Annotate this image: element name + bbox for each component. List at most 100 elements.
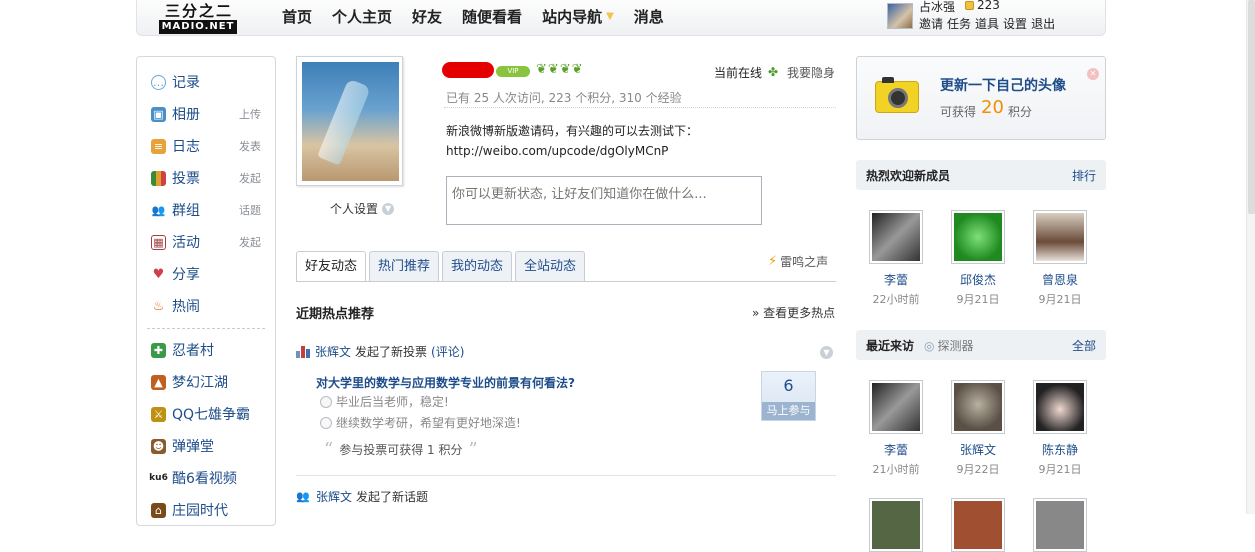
visitor-name[interactable]: 李蕾 [861,441,931,458]
go-invisible-link[interactable]: 我要隐身 [787,64,835,81]
sidebar-item-album[interactable]: ▣ 相册 上传 [151,103,271,125]
visitor-card[interactable] [861,498,931,552]
photo-album-icon: ▣ [151,106,166,122]
comment-link[interactable]: (评论) [431,343,464,360]
sidebar-item-label: 忍者村 [172,343,214,359]
user-name[interactable]: 占冰强 [919,0,955,15]
journal-post-link[interactable]: 发表 [239,138,261,154]
member-name[interactable]: 邱俊杰 [943,271,1013,288]
member-name[interactable]: 曾恩泉 [1025,271,1095,288]
nav-explore[interactable]: 随便看看 [462,6,522,27]
main-nav: 首页 个人主页 好友 随便看看 站内导航 ▼ 消息 [282,6,684,27]
journal-icon: ≡ [151,138,166,154]
detector-icon: ◎ [924,338,935,353]
visitor-avatar[interactable] [869,498,923,552]
status-input[interactable] [446,176,762,225]
poll-reward: “ 参与投票可获得 1 积分 ” [318,439,484,460]
tasks-link[interactable]: 任务 [947,15,971,32]
sidebar-item-label: 梦幻江湖 [172,375,228,391]
sidebar-item-poll[interactable]: 投票 发起 [151,167,271,189]
tab-hot-recommend[interactable]: 热门推荐 [369,251,440,281]
visitor-name[interactable]: 陈东静 [1025,441,1095,458]
sidebar-game-qq-seven-heroes[interactable]: ⚔ QQ七雄争霸 [151,403,271,425]
event-start-link[interactable]: 发起 [239,234,261,250]
visitor-card[interactable]: 张辉文 9月22日 [943,380,1013,477]
sidebar-item-label: 投票 [172,171,200,187]
tab-site-feed[interactable]: 全站动态 [515,251,586,281]
sidebar: … 记录 ▣ 相册 上传 ≡ 日志 发表 投票 发起 👥 群组 话题 ▦ 活动 发起 ♥ 分享 ♨ 热闹… [136,56,276,526]
radio-icon[interactable] [320,416,332,429]
invite-link[interactable]: 邀请 [919,15,943,32]
member-card[interactable]: 曾恩泉 9月21日 [1025,210,1095,307]
close-quote-icon: ” [468,439,478,460]
visitor-card[interactable] [943,498,1013,552]
poll-start-link[interactable]: 发起 [239,170,261,186]
group-topic-link[interactable]: 话题 [239,202,261,218]
visitor-avatar[interactable] [1033,380,1087,434]
visitor-avatar[interactable] [951,498,1005,552]
logout-link[interactable]: 退出 [1031,15,1055,32]
scrollbar[interactable] [1246,0,1255,514]
items-link[interactable]: 道具 [975,15,999,32]
sidebar-game-ku6-video[interactable]: ku6 酷6看视频 [149,467,271,489]
nav-friends[interactable]: 好友 [412,6,442,27]
sidebar-game-ddtank[interactable]: ☻ 弹弹堂 [151,435,271,457]
tab-my-feed[interactable]: 我的动态 [442,251,513,281]
profile-avatar[interactable] [296,56,403,186]
update-avatar-title[interactable]: 更新一下自己的头像 [940,75,1066,95]
member-avatar[interactable] [1033,210,1087,264]
sidebar-item-share[interactable]: ♥ 分享 [151,263,271,285]
nav-site-guide[interactable]: 站内导航 ▼ [542,6,614,27]
visitor-card[interactable]: 李蕾 21小时前 [861,380,931,477]
recent-visitors-title: 最近来访 [866,339,915,353]
more-hot-link[interactable]: » 查看更多热点 [752,304,835,321]
feed-user-link[interactable]: 张辉文 [315,343,351,360]
thunder-voice-link[interactable]: ⚡ 雷鸣之声 [768,253,828,270]
poll-option[interactable]: 继续数学考研，希望有更好地深造! [320,414,521,431]
profile-settings[interactable]: 个人设置 ▼ [330,200,395,217]
close-icon[interactable]: ✕ [1087,68,1099,80]
sidebar-item-journal[interactable]: ≡ 日志 发表 [151,135,271,157]
profile-settings-label: 个人设置 [330,202,379,216]
sidebar-item-records[interactable]: … 记录 [151,71,271,93]
sidebar-item-hot[interactable]: ♨ 热闹 [151,295,271,317]
member-avatar[interactable] [951,210,1005,264]
sidebar-game-ninja-village[interactable]: ✚ 忍者村 [151,339,271,361]
site-logo[interactable]: 三分之二 MADIO.NET [159,0,237,34]
poll-question[interactable]: 对大学里的数学与应用数学专业的前景有何看法? [316,374,575,391]
member-name[interactable]: 李蕾 [861,271,931,288]
nav-home[interactable]: 首页 [282,6,312,27]
settings-link[interactable]: 设置 [1003,15,1027,32]
user-avatar[interactable] [887,3,913,29]
member-avatar[interactable] [869,210,923,264]
poll-option[interactable]: 毕业后当老师，稳定! [320,393,449,410]
sidebar-item-event[interactable]: ▦ 活动 发起 [151,231,271,253]
visitor-name[interactable]: 张辉文 [943,441,1013,458]
member-card[interactable]: 李蕾 22小时前 [861,210,931,307]
chevron-down-icon: ▼ [606,11,614,22]
feed-user-link[interactable]: 张辉文 [316,488,352,505]
tab-friends-feed[interactable]: 好友动态 [296,251,367,282]
radio-icon[interactable] [320,395,332,408]
sidebar-game-manor-era[interactable]: ⌂ 庄园时代 [151,499,271,521]
join-vote-button[interactable]: 6 马上参与 [761,371,816,421]
visitor-avatar[interactable] [869,380,923,434]
member-card[interactable]: 邱俊杰 9月21日 [943,210,1013,307]
visitor-card[interactable] [1025,498,1095,552]
album-upload-link[interactable]: 上传 [239,106,261,122]
nav-messages[interactable]: 消息 [634,6,664,27]
all-visitors-link[interactable]: 全部 [1072,337,1096,354]
manor-era-icon: ⌂ [151,502,166,518]
sidebar-game-fantasy-jianghu[interactable]: ▲ 梦幻江湖 [151,371,271,393]
nav-profile[interactable]: 个人主页 [332,6,392,27]
collapse-icon[interactable]: ▼ [820,346,833,359]
detector-link[interactable]: ◎ 探测器 [924,337,974,354]
visitor-avatar[interactable] [951,380,1005,434]
scrollbar-thumb[interactable] [1248,0,1255,214]
visitor-card[interactable]: 陈东静 9月21日 [1025,380,1095,477]
hot-section-title: 近期热点推荐 [296,307,375,322]
sidebar-item-group[interactable]: 👥 群组 话题 [151,199,271,221]
update-avatar-panel[interactable]: 更新一下自己的头像 可获得 20 积分 ✕ [856,56,1106,140]
visitor-avatar[interactable] [1033,498,1087,552]
ranking-link[interactable]: 排行 [1072,167,1096,184]
